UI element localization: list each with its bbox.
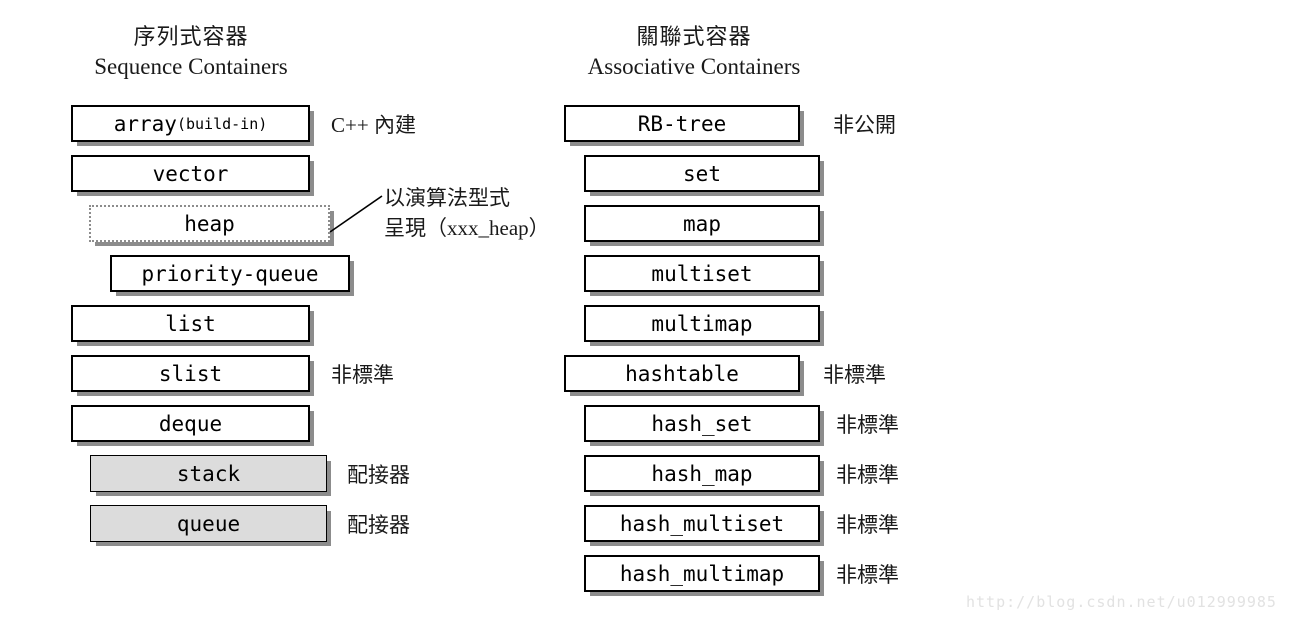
heap-annotation-line1: 以演算法型式 bbox=[384, 186, 510, 210]
container-label-list: list bbox=[165, 311, 216, 336]
container-label-stack: stack bbox=[176, 461, 241, 486]
diagram-canvas: 序列式容器 Sequence Containers 關聯式容器 Associat… bbox=[0, 0, 1289, 624]
container-box-deque[interactable]: deque bbox=[71, 405, 310, 442]
container-box-array[interactable]: array (build-in) bbox=[71, 105, 310, 142]
container-box-multiset[interactable]: multiset bbox=[584, 255, 820, 292]
container-box-hash-multimap[interactable]: hash_multimap bbox=[584, 555, 820, 592]
container-box-slist[interactable]: slist bbox=[71, 355, 310, 392]
note-stack: 配接器 bbox=[347, 463, 410, 487]
container-box-multimap[interactable]: multimap bbox=[584, 305, 820, 342]
container-box-queue[interactable]: queue bbox=[90, 505, 327, 542]
container-label-hash-set: hash_set bbox=[651, 411, 753, 436]
container-label-heap: heap bbox=[184, 211, 235, 236]
container-label-hash-map: hash_map bbox=[651, 461, 753, 486]
container-box-list[interactable]: list bbox=[71, 305, 310, 342]
container-label-priority-queue: priority-queue bbox=[141, 261, 319, 286]
container-label-rb-tree: RB-tree bbox=[637, 111, 727, 136]
note-hash-set: 非標準 bbox=[836, 413, 899, 437]
container-box-priority-queue[interactable]: priority-queue bbox=[110, 255, 350, 292]
note-slist: 非標準 bbox=[331, 363, 394, 387]
container-box-heap[interactable]: heap bbox=[89, 205, 330, 242]
container-label-multimap: multimap bbox=[651, 311, 753, 336]
container-suffix-array: (build-in) bbox=[176, 114, 268, 133]
container-label-deque: deque bbox=[158, 411, 223, 436]
sequence-containers-heading: 序列式容器 Sequence Containers bbox=[70, 22, 312, 82]
note-hashtable: 非標準 bbox=[823, 363, 886, 387]
sequence-heading-latin: Sequence Containers bbox=[94, 54, 288, 79]
container-box-stack[interactable]: stack bbox=[90, 455, 327, 492]
container-label-set: set bbox=[683, 161, 721, 186]
container-label-vector: vector bbox=[152, 161, 229, 186]
container-label-slist: slist bbox=[158, 361, 223, 386]
container-label-hash-multimap: hash_multimap bbox=[619, 561, 785, 586]
associative-heading-latin: Associative Containers bbox=[587, 54, 801, 79]
container-label-array: array bbox=[113, 111, 177, 136]
container-box-vector[interactable]: vector bbox=[71, 155, 310, 192]
note-queue: 配接器 bbox=[347, 513, 410, 537]
container-box-set[interactable]: set bbox=[584, 155, 820, 192]
container-box-map[interactable]: map bbox=[584, 205, 820, 242]
container-label-queue: queue bbox=[176, 511, 241, 536]
watermark-url: http://blog.csdn.net/u012999985 bbox=[966, 593, 1277, 611]
sequence-heading-cjk: 序列式容器 bbox=[133, 24, 249, 49]
note-hash-map: 非標準 bbox=[836, 463, 899, 487]
heap-annotation-line2: 呈現（xxx_heap） bbox=[384, 216, 550, 240]
container-box-hashtable[interactable]: hashtable bbox=[564, 355, 800, 392]
container-label-hashtable: hashtable bbox=[625, 361, 739, 386]
container-box-hash-map[interactable]: hash_map bbox=[584, 455, 820, 492]
container-box-rb-tree[interactable]: RB-tree bbox=[564, 105, 800, 142]
note-rb-tree: 非公開 bbox=[833, 113, 896, 137]
container-box-hash-multiset[interactable]: hash_multiset bbox=[584, 505, 820, 542]
heap-annotation: 以演算法型式 呈現（xxx_heap） bbox=[384, 183, 550, 243]
note-array: C++ 內建 bbox=[331, 113, 416, 137]
container-label-map: map bbox=[683, 211, 721, 236]
associative-heading-cjk: 關聯式容器 bbox=[636, 24, 752, 49]
note-hash-multiset: 非標準 bbox=[836, 513, 899, 537]
container-label-multiset: multiset bbox=[651, 261, 753, 286]
heap-annotation-leader-line bbox=[329, 195, 383, 233]
associative-containers-heading: 關聯式容器 Associative Containers bbox=[566, 22, 822, 82]
note-hash-multimap: 非標準 bbox=[836, 563, 899, 587]
container-label-hash-multiset: hash_multiset bbox=[619, 511, 785, 536]
container-box-hash-set[interactable]: hash_set bbox=[584, 405, 820, 442]
